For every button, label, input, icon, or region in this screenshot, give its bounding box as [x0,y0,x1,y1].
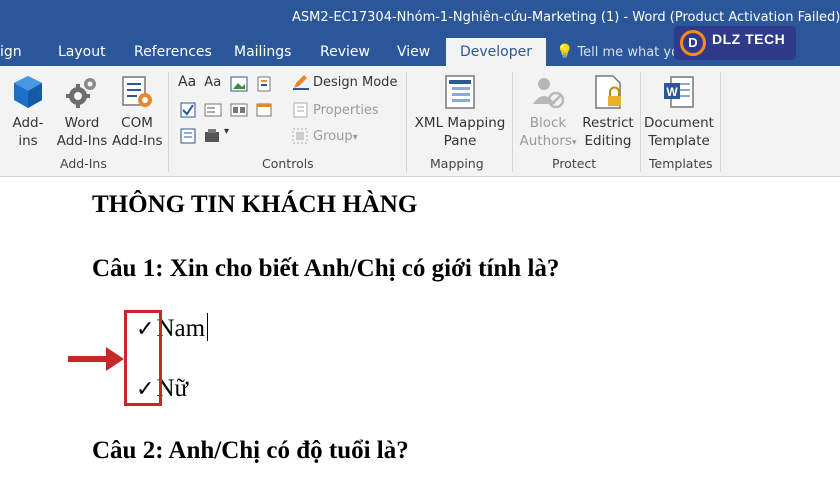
checkmark-highlight-box [124,310,162,406]
group-divider [406,72,407,172]
tab-developer[interactable]: Developer [446,38,547,66]
design-mode-button[interactable]: Design Mode [313,75,397,90]
logo-text: DLZ TECH [712,31,786,47]
group-button[interactable]: Group▾ [313,129,358,144]
document-template-button[interactable]: W Document Template [644,74,714,150]
document-heading: THÔNG TIN KHÁCH HÀNG [92,191,418,218]
tab-review[interactable]: Review [320,38,370,66]
date-picker-icon[interactable] [256,102,274,118]
group-divider [640,72,641,172]
logo-mark: D [680,30,706,56]
gears-icon [66,78,96,108]
group-icon [292,128,308,144]
tab-layout[interactable]: Layout [58,38,106,66]
legacy-tools-dropdown-icon[interactable]: ▾ [224,126,229,137]
com-add-ins-button[interactable]: COM Add-Ins [112,74,163,150]
properties-button[interactable]: Properties [313,103,379,118]
word-document-icon: W [664,76,694,108]
building-block-icon[interactable] [256,76,274,92]
checkbox-control-icon[interactable] [180,102,198,118]
com-addins-icon [122,76,152,107]
group-dropdown-icon: ▾ [352,132,358,143]
red-arrow-icon [68,347,124,371]
ribbon: Add- ins Word Add-Ins COM Add-Ins Add-In… [0,66,840,177]
add-ins-button[interactable]: Add- ins [8,74,48,150]
design-mode-icon [293,75,309,90]
restrict-editing-button[interactable]: Restrict Editing [580,74,636,150]
restrict-editing-icon [595,75,621,109]
picture-control-icon[interactable] [230,76,248,92]
group-label-templates: Templates [649,156,713,171]
group-divider [168,72,169,172]
window-title: ASM2-EC17304-Nhóm-1-Nghiên-cứu-Marketing… [292,10,840,25]
dlz-tech-logo: D DLZ TECH [674,26,796,60]
combo-box-icon[interactable] [204,102,222,118]
cube-icon [14,76,42,108]
option-label: Nam [156,315,206,342]
word-add-ins-button[interactable]: Word Add-Ins [54,74,110,150]
lightbulb-icon: 💡 [556,44,574,60]
block-authors-icon [533,78,565,109]
controls-row-1: Aa Aa [178,74,221,90]
group-label-add-ins: Add-Ins [60,156,107,171]
group-divider [720,72,721,172]
properties-icon [293,102,308,118]
group-divider [512,72,513,172]
group-label-protect: Protect [552,156,597,171]
tab-mailings[interactable]: Mailings [234,38,291,66]
question-1: Câu 1: Xin cho biết Anh/Chị có giới tính… [92,255,560,282]
block-authors-dropdown-icon: ▾ [571,138,577,148]
xml-mapping-icon [445,75,475,109]
svg-text:W: W [666,85,678,99]
tab-references[interactable]: References [134,38,212,66]
rich-text-control-button[interactable]: Aa [178,74,196,90]
plain-text-control-button[interactable]: Aa [204,75,221,90]
group-label-controls: Controls [262,156,314,171]
tab-view[interactable]: View [397,38,430,66]
group-label-mapping: Mapping [430,156,484,171]
repeating-section-icon[interactable] [180,128,198,144]
dropdown-list-icon[interactable] [230,102,248,118]
text-cursor [207,313,209,341]
tab-design[interactable]: ign [0,38,22,66]
block-authors-button[interactable]: Block Authors▾ [516,74,580,152]
question-2: Câu 2: Anh/Chị có độ tuổi là? [92,437,409,464]
legacy-tools-icon[interactable] [204,128,222,144]
document-page[interactable]: THÔNG TIN KHÁCH HÀNG Câu 1: Xin cho biết… [0,177,840,500]
xml-mapping-pane-button[interactable]: XML Mapping Pane [412,74,508,150]
